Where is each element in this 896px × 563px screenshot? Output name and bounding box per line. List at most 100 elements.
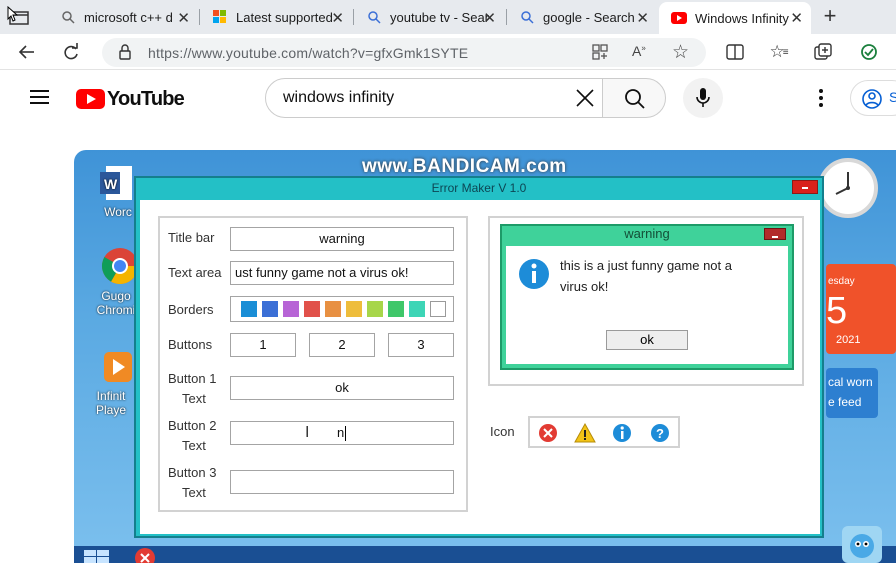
window-close-button[interactable] — [792, 180, 818, 194]
browser-tab[interactable]: microsoft c++ d ✕ — [48, 2, 198, 32]
back-icon[interactable] — [14, 40, 40, 64]
preview-ok-button[interactable]: ok — [606, 330, 688, 350]
sign-in-label: S — [889, 89, 896, 105]
app-available-icon[interactable] — [592, 44, 608, 65]
media-player-icon — [104, 352, 132, 382]
error-icon[interactable] — [538, 423, 558, 443]
search-input-value[interactable]: windows infinity — [283, 89, 394, 107]
address-bar-row: https://www.youtube.com/watch?v=gfxGmk1S… — [0, 34, 896, 70]
voice-search-button[interactable] — [683, 78, 723, 118]
mascot-icon — [850, 534, 874, 558]
close-icon[interactable]: ✕ — [636, 9, 649, 27]
browser-tab-active[interactable]: Windows Infinity ✕ — [659, 2, 811, 34]
button1-text-field[interactable]: ok — [230, 376, 454, 400]
favorites-icon[interactable]: ☆ ≡ — [766, 40, 792, 64]
url-text[interactable]: https://www.youtube.com/watch?v=gfxGmk1S… — [148, 45, 468, 61]
more-options-icon[interactable] — [818, 89, 824, 107]
lock-icon[interactable] — [118, 44, 132, 65]
collections-icon[interactable] — [810, 40, 836, 64]
warning-icon[interactable] — [574, 423, 596, 443]
account-icon — [862, 89, 882, 109]
title-bar-label: Title bar — [168, 230, 215, 245]
clock-icon — [835, 172, 850, 195]
tab-title: Windows Infinity — [695, 10, 789, 26]
browser-tab[interactable]: Latest supported ✕ — [200, 2, 352, 32]
browser-tab[interactable]: google - Search ✕ — [507, 2, 657, 32]
windows-start-icon[interactable] — [84, 548, 110, 563]
button2-text-value: n — [337, 425, 345, 440]
video-player[interactable]: www.BANDICAM.com W Worc Gugo Chromi Infi… — [74, 150, 896, 563]
sign-in-button[interactable]: S — [850, 80, 896, 116]
error-maker-window: Error Maker V 1.0 Title bar warning Text… — [134, 176, 824, 538]
caret — [345, 426, 346, 441]
feed-widget-line: e feed — [828, 395, 862, 409]
feed-widget-line: cal worn — [828, 375, 873, 389]
title-bar-field[interactable]: warning — [230, 227, 454, 251]
border-color-swatch[interactable] — [325, 301, 341, 317]
icon-chooser: ? — [528, 416, 680, 448]
extension-icon[interactable] — [856, 40, 882, 64]
search-button[interactable] — [602, 78, 666, 118]
preview-dialog-title: warning — [624, 226, 670, 241]
youtube-logo[interactable]: YouTube — [76, 87, 185, 111]
browser-tab[interactable]: youtube tv - Sear ✕ — [354, 2, 504, 32]
favorite-star-icon[interactable]: ☆ — [672, 41, 689, 64]
menu-icon[interactable] — [30, 89, 50, 105]
preview-dialog: warning this is a just funny game not a … — [500, 224, 794, 370]
close-icon[interactable]: ✕ — [790, 9, 803, 27]
text-area-field[interactable]: ust funny game not a virus ok! — [230, 261, 454, 285]
border-color-swatch[interactable] — [283, 301, 299, 317]
buttons-option-3[interactable]: 3 — [388, 333, 454, 357]
microsoft-logo-icon — [212, 9, 228, 25]
read-aloud-icon[interactable]: A» — [632, 43, 646, 59]
border-color-swatch[interactable] — [409, 301, 425, 317]
svg-text:W: W — [104, 176, 118, 192]
new-tab-button[interactable]: + — [818, 4, 842, 28]
word-icon: W — [100, 166, 132, 200]
clear-search-icon[interactable] — [574, 87, 596, 114]
feed-widget: cal worn e feed — [826, 368, 878, 418]
border-color-swatch[interactable] — [430, 301, 446, 317]
refresh-icon[interactable] — [58, 40, 84, 64]
search-icon — [366, 9, 382, 25]
bandicam-watermark: www.BANDICAM.com — [362, 156, 567, 177]
border-color-swatch[interactable] — [304, 301, 320, 317]
search-input[interactable]: windows infinity — [265, 78, 603, 118]
preview-close-button[interactable] — [764, 228, 786, 240]
close-icon[interactable]: ✕ — [331, 9, 344, 27]
button2-label-text: Text — [182, 438, 206, 453]
question-icon[interactable]: ? — [650, 423, 670, 443]
mascot-image — [842, 526, 882, 563]
buttons-option-1[interactable]: 1 — [230, 333, 296, 357]
calendar-widget: esday 5 2021 — [826, 264, 896, 354]
button2-text-field[interactable]: I n — [230, 421, 454, 445]
youtube-header: YouTube windows infinity S — [0, 70, 896, 128]
error-maker-body: Title bar warning Text area ust funny ga… — [140, 200, 820, 534]
preview-panel: warning this is a just funny game not a … — [488, 216, 804, 386]
border-color-swatch[interactable] — [262, 301, 278, 317]
search-icon — [60, 9, 76, 25]
border-color-swatch[interactable] — [241, 301, 257, 317]
youtube-icon — [671, 10, 687, 26]
url-field[interactable]: https://www.youtube.com/watch?v=gfxGmk1S… — [102, 38, 706, 67]
tab-actions-icon[interactable] — [6, 5, 32, 28]
button3-label-text: Text — [182, 485, 206, 500]
taskbar — [74, 546, 896, 563]
calendar-day-label: esday — [828, 276, 855, 287]
border-color-picker — [230, 296, 454, 322]
border-color-swatch[interactable] — [346, 301, 362, 317]
split-screen-icon[interactable] — [722, 40, 748, 64]
close-icon[interactable]: ✕ — [483, 9, 496, 27]
close-icon[interactable]: ✕ — [177, 9, 190, 27]
border-color-swatch[interactable] — [388, 301, 404, 317]
info-icon — [519, 259, 549, 289]
settings-panel: Title bar warning Text area ust funny ga… — [158, 216, 468, 512]
calendar-day-number: 5 — [826, 290, 848, 332]
error-taskbar-icon[interactable] — [134, 547, 156, 563]
border-color-swatch[interactable] — [367, 301, 383, 317]
info-icon[interactable] — [612, 423, 632, 443]
buttons-option-2[interactable]: 2 — [309, 333, 375, 357]
button3-text-field[interactable] — [230, 470, 454, 494]
buttons-label: Buttons — [168, 337, 213, 352]
preview-message-line1: this is a just funny game not a — [560, 258, 732, 273]
